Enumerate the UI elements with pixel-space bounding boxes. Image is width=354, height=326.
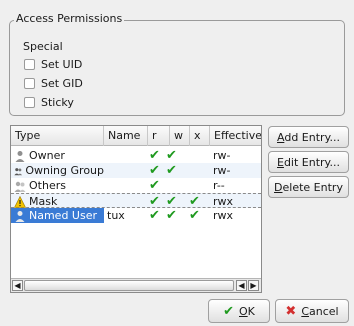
column-header-effective[interactable]: Effective <box>210 126 261 146</box>
sticky-label: Sticky <box>41 96 74 109</box>
add-entry-button[interactable]: Add Entry... <box>268 126 349 148</box>
set-uid-label: Set UID <box>41 58 83 71</box>
check-icon: ✔ <box>223 303 234 319</box>
column-header-name[interactable]: Name <box>104 126 148 146</box>
checkbox-box[interactable] <box>24 78 35 89</box>
checkbox-box[interactable] <box>24 97 35 108</box>
column-header-w[interactable]: w <box>170 126 190 146</box>
check-icon: ✔ <box>149 178 160 193</box>
effective-cell: rw- <box>213 149 231 162</box>
group-title: Access Permissions <box>14 12 125 25</box>
table-header: Type Name r w x Effective <box>11 126 261 146</box>
special-label: Special <box>23 40 63 53</box>
acl-table[interactable]: Type Name r w x Effective Owner ✔ ✔ rw- … <box>10 125 262 293</box>
edit-entry-accel: E <box>277 155 284 169</box>
type-cell: Others <box>11 178 104 193</box>
delete-entry-button[interactable]: Delete Entry <box>268 176 349 198</box>
check-icon: ✔ <box>149 163 160 178</box>
scroll-thumb[interactable] <box>24 280 234 291</box>
check-icon: ✔ <box>149 194 160 209</box>
table-row[interactable]: Owner ✔ ✔ rw- <box>11 148 261 163</box>
scroll-left-icon[interactable]: ◀ <box>12 280 23 291</box>
table-row[interactable]: Mask ✔ ✔ ✔ rwx <box>11 193 261 209</box>
table-row[interactable]: Named User tux ✔ ✔ ✔ rwx <box>11 208 261 223</box>
warning-icon <box>14 195 26 208</box>
horizontal-scrollbar[interactable]: ◀ ◀ ▶ <box>11 278 261 292</box>
column-header-r[interactable]: r <box>148 126 170 146</box>
check-icon: ✔ <box>166 148 177 163</box>
type-label: Named User <box>29 209 98 222</box>
effective-cell: rw- <box>213 164 231 177</box>
table-row[interactable]: Owning Group ✔ ✔ rw- <box>11 163 261 178</box>
ok-button[interactable]: ✔ OK <box>208 299 270 323</box>
user-icon <box>15 210 25 222</box>
type-cell: Owner <box>11 148 104 163</box>
name-cell: tux <box>107 209 125 222</box>
effective-cell: r-- <box>213 179 225 192</box>
delete-entry-label: elete Entry <box>282 180 343 194</box>
scroll-right-icon[interactable]: ▶ <box>248 280 259 291</box>
type-label: Others <box>29 179 66 192</box>
sticky-checkbox[interactable]: Sticky <box>24 96 74 109</box>
table-row[interactable]: Others ✔ r-- <box>11 178 261 193</box>
scroll-left-icon[interactable]: ◀ <box>236 280 247 291</box>
checkbox-box[interactable] <box>24 59 35 70</box>
add-entry-label: dd Entry... <box>284 130 340 144</box>
type-label: Mask <box>29 195 58 208</box>
ok-label: K <box>247 304 255 318</box>
cancel-accel: C <box>301 304 309 318</box>
edit-entry-button[interactable]: Edit Entry... <box>268 151 349 173</box>
ok-accel: O <box>239 304 248 318</box>
delete-entry-accel: D <box>274 180 283 194</box>
check-icon: ✔ <box>149 208 160 223</box>
type-label: Owner <box>29 149 65 162</box>
check-icon: ✔ <box>189 208 200 223</box>
check-icon: ✔ <box>189 194 200 209</box>
set-gid-label: Set GID <box>41 77 83 90</box>
type-cell: Named User <box>11 208 104 223</box>
type-label: Owning Group <box>25 164 104 177</box>
check-icon: ✔ <box>166 194 177 209</box>
effective-cell: rwx <box>213 209 234 222</box>
type-cell: Owning Group <box>11 163 104 178</box>
check-icon: ✔ <box>166 163 177 178</box>
column-header-x[interactable]: x <box>190 126 210 146</box>
user-icon <box>15 150 25 162</box>
edit-entry-label: dit Entry... <box>283 155 340 169</box>
cancel-label: ancel <box>309 304 339 318</box>
close-icon: ✖ <box>285 303 297 319</box>
type-cell: Mask <box>11 194 104 209</box>
group-icon <box>14 167 23 175</box>
check-icon: ✔ <box>149 148 160 163</box>
set-gid-checkbox[interactable]: Set GID <box>24 77 83 90</box>
effective-cell: rwx <box>213 195 234 208</box>
cancel-button[interactable]: ✖ Cancel <box>275 299 349 323</box>
check-icon: ✔ <box>166 208 177 223</box>
column-header-type[interactable]: Type <box>11 126 104 146</box>
others-icon <box>14 181 26 192</box>
set-uid-checkbox[interactable]: Set UID <box>24 58 82 71</box>
